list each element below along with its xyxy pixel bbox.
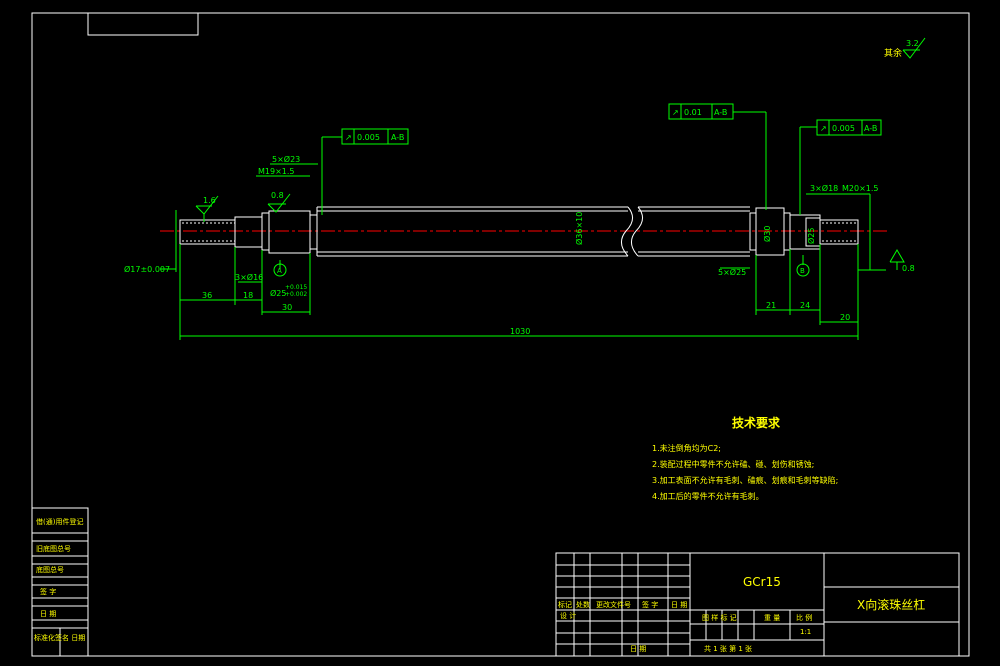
rev-header-1: 处数 <box>576 600 590 609</box>
tech-item-0: 1.未注倒角均为C2; <box>652 443 721 453</box>
design-label: 设 计 <box>560 611 576 620</box>
dim-len-18: 18 <box>243 291 253 300</box>
stage-label-0: 图 样 标 记 <box>702 613 737 622</box>
dim-len-21: 21 <box>766 301 776 310</box>
side-row-5: 标准化签名 日期 <box>34 633 85 642</box>
dimension-lines <box>160 111 905 340</box>
tolerance-1-datum: A-B <box>714 108 727 117</box>
side-row-4: 日 期 <box>40 610 56 618</box>
tolerance-frame-0: ↗ 0.005 A-B <box>341 128 409 145</box>
date-label: 日 期 <box>630 645 646 653</box>
dim-groove-left: 3×Ø16 <box>235 272 263 282</box>
tolerance-2-symbol: ↗ <box>820 124 827 133</box>
datum-b-label: B <box>800 267 805 275</box>
dim-left-rough2: 0.8 <box>271 191 284 200</box>
dim-main-dia: Ø36×10 <box>574 212 584 245</box>
scale-value: 1:1 <box>800 628 811 636</box>
dim-bearing-dia: Ø25 <box>270 288 286 298</box>
dim-total-len: 1030 <box>510 327 530 336</box>
dim-len-20: 20 <box>840 313 850 322</box>
tech-item-3: 4.加工后的零件不允许有毛刺。 <box>652 491 764 501</box>
dim-left-rough: 1.6 <box>203 196 216 205</box>
roughness-note-label: 其余 <box>884 47 902 59</box>
roughness-note-value: 3.2 <box>906 39 919 48</box>
dim-right-dia: Ø30 <box>762 226 772 242</box>
tech-item-2: 3.加工表面不允许有毛刺、磕痕、划痕和毛刺等缺陷; <box>652 475 838 485</box>
tolerance-1-symbol: ↗ <box>672 108 679 117</box>
rev-header-4: 日 期 <box>671 601 687 609</box>
side-row-3: 签 字 <box>40 587 56 596</box>
rev-header-2: 更改文件号 <box>596 600 631 609</box>
side-row-2: 底图总号 <box>36 565 64 574</box>
dim-left-dia: Ø17±0.007 <box>124 264 170 274</box>
tolerance-2-value: 0.005 <box>832 124 855 133</box>
dim-right-inner-dia: Ø25 <box>806 228 816 244</box>
tolerance-0-value: 0.005 <box>357 133 380 142</box>
tolerance-frame-2: ↗ 0.005 A-B <box>816 119 882 136</box>
side-row-0: 借(通)用件登记 <box>36 517 83 526</box>
datum-a-label: A <box>277 267 282 275</box>
rev-header-0: 标记 <box>558 600 572 609</box>
stage-label-1: 重 量 <box>764 614 780 622</box>
dim-bearing-tol-lower: +0.002 <box>285 291 307 298</box>
tech-title: 技术要求 <box>732 415 781 430</box>
tech-requirements: 技术要求 1.未注倒角均为C2; 2.装配过程中零件不允许磕、碰、划伤和锈蚀; … <box>652 415 838 501</box>
tolerance-2-datum: A-B <box>864 124 877 133</box>
sheet-info: 共 1 张 第 1 张 <box>704 644 752 653</box>
roughness-note: 其余 3.2 <box>884 37 926 59</box>
title-material: GCr15 <box>743 575 781 589</box>
title-part-name: X向滚珠丝杠 <box>857 597 925 612</box>
side-row-1: 旧底图总号 <box>36 544 71 553</box>
dim-len-24: 24 <box>800 301 810 310</box>
rev-header-3: 签 字 <box>642 600 658 609</box>
dim-left-thread: M19×1.5 <box>258 167 295 176</box>
tolerance-0-symbol: ↗ <box>345 133 352 142</box>
tolerance-frame-1: ↗ 0.01 A-B <box>668 103 734 120</box>
tolerance-0-datum: A-B <box>391 133 404 142</box>
tolerance-1-value: 0.01 <box>684 108 702 117</box>
drawing-frame <box>31 12 970 657</box>
tech-item-1: 2.装配过程中零件不允许磕、碰、划伤和锈蚀; <box>652 459 814 469</box>
dim-bearing-tol-upper: +0.015 <box>285 284 307 291</box>
dim-len-36: 36 <box>202 291 212 300</box>
dim-right-thread: M20×1.5 <box>842 184 879 193</box>
dim-right-rough: 0.8 <box>902 264 915 273</box>
cad-drawing: 借(通)用件登记 旧底图总号 底图总号 签 字 日 期 标准化签名 日期 其余 … <box>31 12 970 657</box>
dim-right-small: 5×Ø25 <box>718 267 746 277</box>
dim-len-30: 30 <box>282 303 292 312</box>
dim-right-groove: 3×Ø18 <box>810 183 838 193</box>
dim-left-chamfer: 5×Ø23 <box>272 154 300 164</box>
stage-label-2: 比 例 <box>796 613 812 622</box>
